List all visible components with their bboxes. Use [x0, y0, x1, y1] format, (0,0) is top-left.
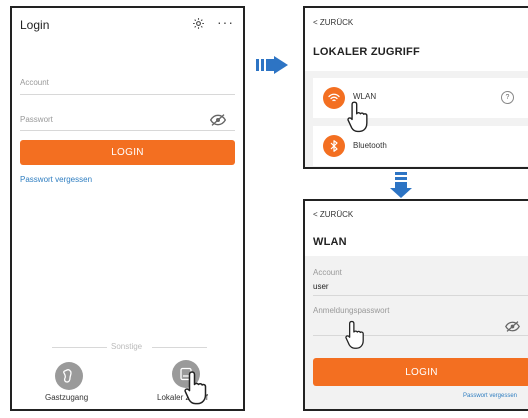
list-item-wlan[interactable]: WLAN ?: [313, 78, 528, 118]
arrow-down-icon: [390, 172, 412, 198]
more-icon[interactable]: ···: [217, 14, 234, 30]
guest-access-label: Gastzugang: [45, 393, 89, 402]
pointing-hand-icon: [347, 100, 371, 139]
arrow-right-icon: [256, 56, 288, 74]
account-underline: [20, 94, 235, 95]
gear-icon[interactable]: [192, 17, 205, 33]
login-button[interactable]: LOGIN: [313, 358, 528, 386]
account-field[interactable]: Account: [20, 78, 49, 87]
back-button[interactable]: < ZURÜCK: [313, 18, 353, 27]
pointing-hand-icon: [345, 319, 367, 356]
wlan-screen: < ZURÜCK WLAN Account user Anmeldungspas…: [303, 199, 528, 411]
other-label: Sonstige: [111, 342, 143, 351]
account-underline: [313, 295, 528, 296]
account-label: Account: [313, 268, 342, 277]
guest-access-button[interactable]: [55, 362, 83, 390]
back-button[interactable]: < ZURÜCK: [313, 210, 353, 219]
login-screen: Login ··· Account Passwort LOGIN Passwor…: [10, 6, 245, 411]
eye-off-icon[interactable]: [209, 113, 227, 131]
forgot-password-link[interactable]: Passwort vergessen: [463, 393, 517, 399]
help-icon[interactable]: ?: [501, 91, 514, 104]
pointing-hand-icon: [184, 370, 210, 409]
password-input[interactable]: Anmeldungspasswort: [313, 306, 389, 315]
bluetooth-icon: [323, 135, 345, 157]
page-title: LOKALER ZUGRIFF: [313, 46, 420, 58]
local-access-screen: < ZURÜCK LOKALER ZUGRIFF WLAN ? Bluetoot…: [303, 6, 528, 169]
bluetooth-label: Bluetooth: [353, 141, 387, 150]
wifi-icon: [323, 87, 345, 109]
page-title: WLAN: [313, 236, 347, 248]
login-title: Login: [20, 18, 50, 32]
divider-left: [52, 347, 107, 348]
account-input[interactable]: user: [313, 282, 329, 291]
password-field[interactable]: Passwort: [20, 115, 53, 124]
login-button[interactable]: LOGIN: [20, 140, 235, 165]
divider-right: [152, 347, 207, 348]
forgot-password-link[interactable]: Passwort vergessen: [20, 175, 92, 184]
form-background: [305, 256, 528, 409]
password-underline: [20, 130, 235, 131]
list-item-bluetooth[interactable]: Bluetooth: [313, 126, 528, 166]
